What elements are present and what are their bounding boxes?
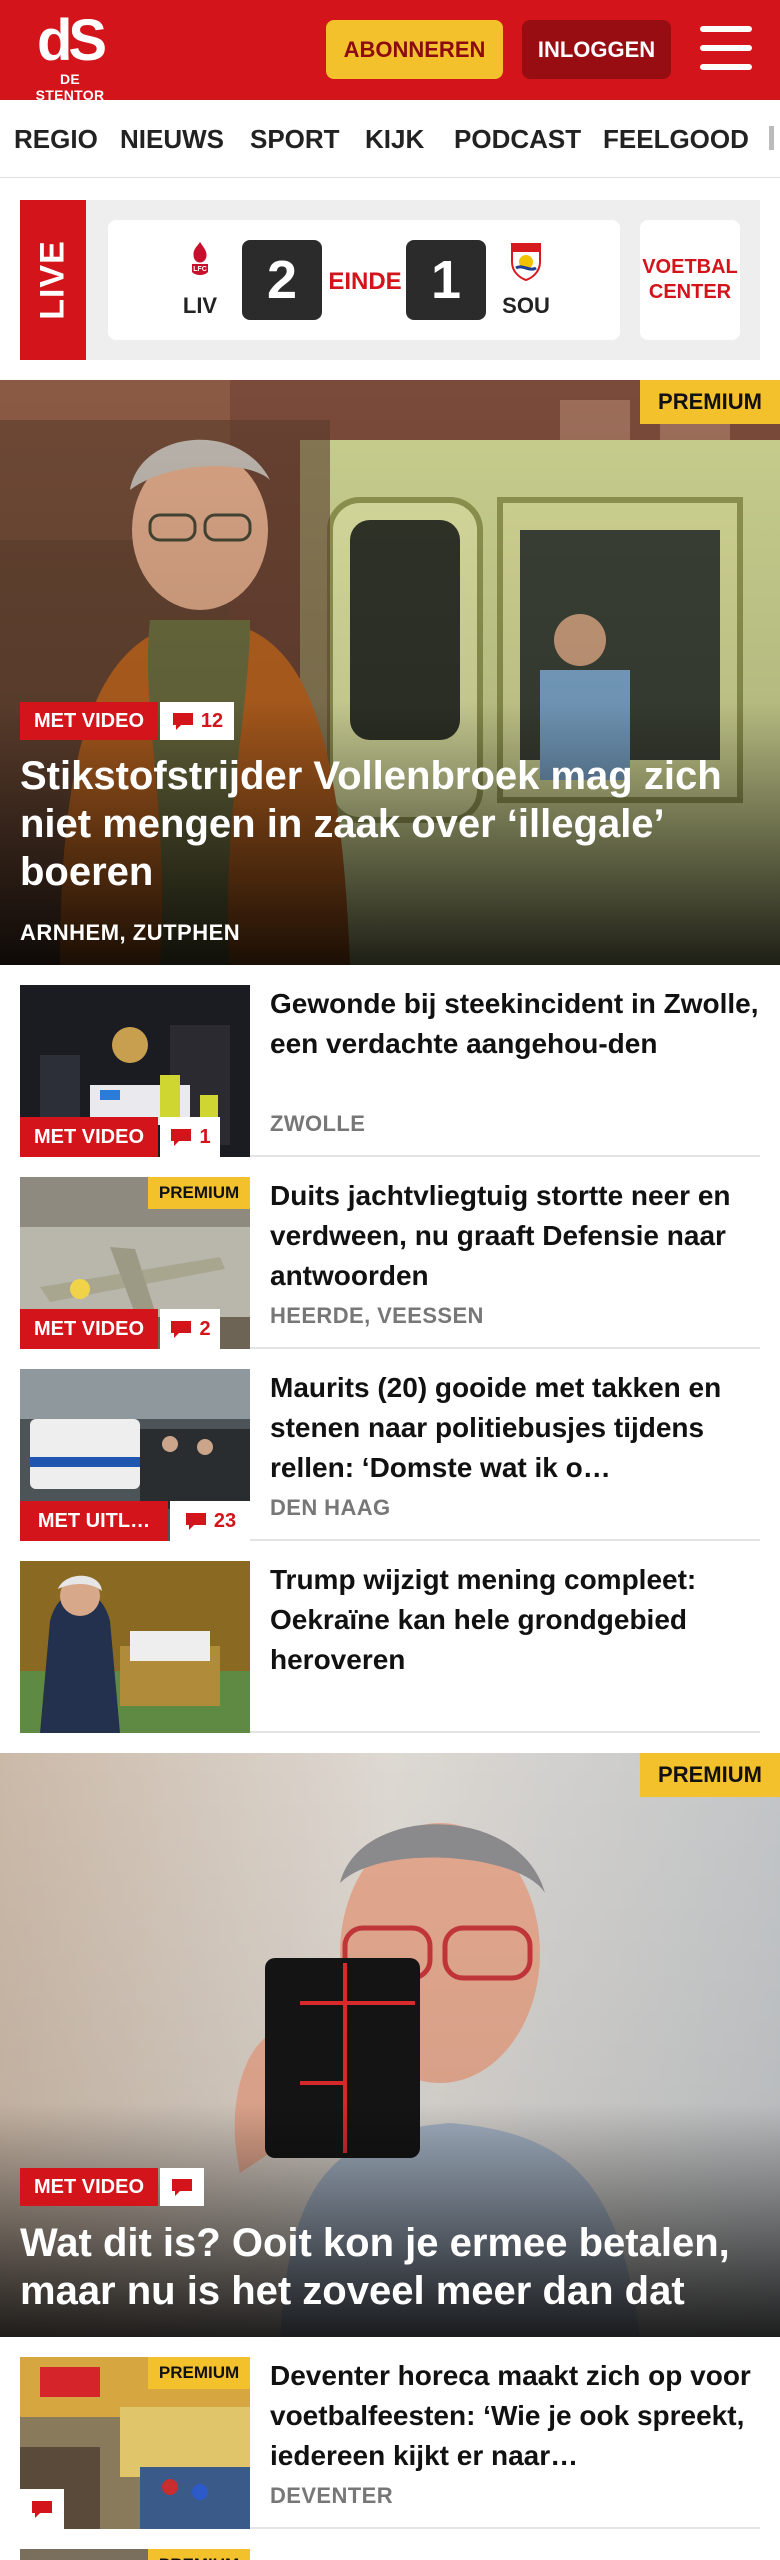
- article-thumbnail: MET VIDEO 1: [20, 985, 250, 1157]
- comment-count[interactable]: 1: [160, 1117, 220, 1157]
- liverpool-crest-icon: LFC: [192, 242, 208, 275]
- article-headline[interactable]: Duits jachtvliegtuig stortte neer en ver…: [270, 1176, 760, 1296]
- comment-bubble-icon: [172, 2179, 192, 2196]
- article-thumbnail: PREMIUM: [20, 2357, 250, 2529]
- nav-overflow-indicator: [769, 126, 774, 150]
- away-score: 1: [406, 240, 486, 320]
- hero-headline[interactable]: Stikstofstrijder Vollenbroek mag zich ni…: [20, 752, 760, 896]
- home-team-abbr: LIV: [182, 293, 218, 318]
- match-status: EINDE: [328, 268, 402, 295]
- video-tag: MET VIDEO: [20, 1309, 158, 1349]
- hero-article[interactable]: PREMIUM MET VIDEO 12 Stikstofstrijder Vo…: [0, 380, 780, 965]
- hamburger-menu-icon[interactable]: [700, 24, 752, 72]
- list-item[interactable]: Trump wijzigt mening compleet: Oekraïne …: [20, 1561, 760, 1733]
- article-thumbnail: PREMIUM MET VIDEO 2: [20, 1177, 250, 1349]
- article-location: DEN HAAG: [270, 1495, 391, 1520]
- home-score: 2: [242, 240, 322, 320]
- article-headline[interactable]: Gewonde bij steekincident in Zwolle, een…: [270, 984, 760, 1064]
- article-headline[interactable]: Trump wijzigt mening compleet: Oekraïne …: [270, 1560, 760, 1680]
- nav-item-feelgood[interactable]: FEELGOOD: [603, 124, 749, 155]
- nav-item-podcast[interactable]: PODCAST: [454, 124, 581, 155]
- comment-count[interactable]: 2: [160, 1309, 220, 1349]
- southampton-crest-icon: [511, 243, 541, 282]
- comment-bubble-icon: [32, 2501, 52, 2518]
- live-score-bar: LIVE LFC LIV 2 EINDE 1 SOU VOETBAL CENTE…: [20, 200, 760, 360]
- site-logo[interactable]: dS DE STENTOR: [28, 14, 112, 103]
- article-headline[interactable]: Maurits (20) gooide met takken en stenen…: [270, 1368, 760, 1488]
- comment-count[interactable]: [160, 2168, 204, 2206]
- next-article-thumbnail[interactable]: PREMIUM: [20, 2549, 250, 2560]
- premium-badge: PREMIUM: [148, 1177, 250, 1209]
- article-headline[interactable]: Deventer horeca maakt zich op voor voetb…: [270, 2356, 760, 2476]
- premium-badge: PREMIUM: [640, 1753, 780, 1797]
- nav-item-sport[interactable]: SPORT: [250, 124, 340, 155]
- comment-bubble-icon: [171, 1321, 192, 1338]
- video-tag: MET VIDEO: [20, 1117, 158, 1157]
- subscribe-button[interactable]: ABONNEREN: [326, 20, 503, 79]
- nav-item-regio[interactable]: REGIO: [14, 124, 98, 155]
- logo-text: dS: [37, 14, 105, 68]
- section-nav: REGIO NIEUWS SPORT KIJK PODCAST FEELGOOD: [0, 100, 780, 178]
- list-item[interactable]: MET VIDEO 1 Gewonde bij steekincident in…: [20, 985, 760, 1157]
- live-label: LIVE: [20, 200, 86, 360]
- svg-text:LFC: LFC: [193, 266, 207, 273]
- article-thumbnail: MET UITL… 23: [20, 1369, 250, 1541]
- comment-count[interactable]: 23: [170, 1501, 250, 1541]
- voetbal-center-button[interactable]: VOETBAL CENTER: [640, 220, 740, 340]
- video-tag: MET VIDEO: [20, 702, 158, 740]
- away-team: SOU: [496, 238, 556, 319]
- hero-location: ARNHEM, ZUTPHEN: [20, 920, 241, 945]
- match-score-card[interactable]: LFC LIV 2 EINDE 1 SOU: [108, 220, 620, 340]
- article-thumbnail: [20, 1561, 250, 1733]
- away-team-abbr: SOU: [502, 293, 550, 318]
- nav-item-kijk[interactable]: KIJK: [365, 124, 424, 155]
- premium-badge: PREMIUM: [148, 2549, 250, 2560]
- article-location: HEERDE, VEESSEN: [270, 1303, 484, 1328]
- article-location: DEVENTER: [270, 2483, 393, 2508]
- video-tag: MET VIDEO: [20, 2168, 158, 2206]
- logo-mark: dS: [37, 14, 109, 68]
- nav-item-nieuws[interactable]: NIEUWS: [120, 124, 224, 155]
- comment-bubble-icon: [185, 1513, 206, 1530]
- hero-article-video[interactable]: PREMIUM MET VIDEO Wat dit is? Ooit kon j…: [0, 1753, 780, 2337]
- comment-count[interactable]: 12: [160, 702, 234, 740]
- list-item[interactable]: PREMIUM Deventer horeca maakt zich op vo…: [20, 2357, 760, 2529]
- logo-subtitle: DE STENTOR: [35, 71, 105, 103]
- comment-bubble-icon: [172, 713, 193, 730]
- comment-count[interactable]: [20, 2489, 64, 2529]
- home-team: LFC LIV: [170, 238, 230, 319]
- article-location: ZWOLLE: [270, 1111, 366, 1136]
- hero-headline[interactable]: Wat dit is? Ooit kon je ermee betalen, m…: [20, 2219, 760, 2315]
- list-item[interactable]: PREMIUM MET VIDEO 2 Duits jachtvliegtuig…: [20, 1177, 760, 1349]
- site-header: dS DE STENTOR ABONNEREN INLOGGEN: [0, 0, 780, 103]
- premium-badge: PREMIUM: [640, 380, 780, 424]
- premium-badge: PREMIUM: [148, 2357, 250, 2389]
- login-button[interactable]: INLOGGEN: [522, 20, 671, 79]
- video-tag: MET UITL…: [20, 1501, 168, 1541]
- comment-bubble-icon: [171, 1129, 192, 1146]
- list-item[interactable]: MET UITL… 23 Maurits (20) gooide met tak…: [20, 1369, 760, 1541]
